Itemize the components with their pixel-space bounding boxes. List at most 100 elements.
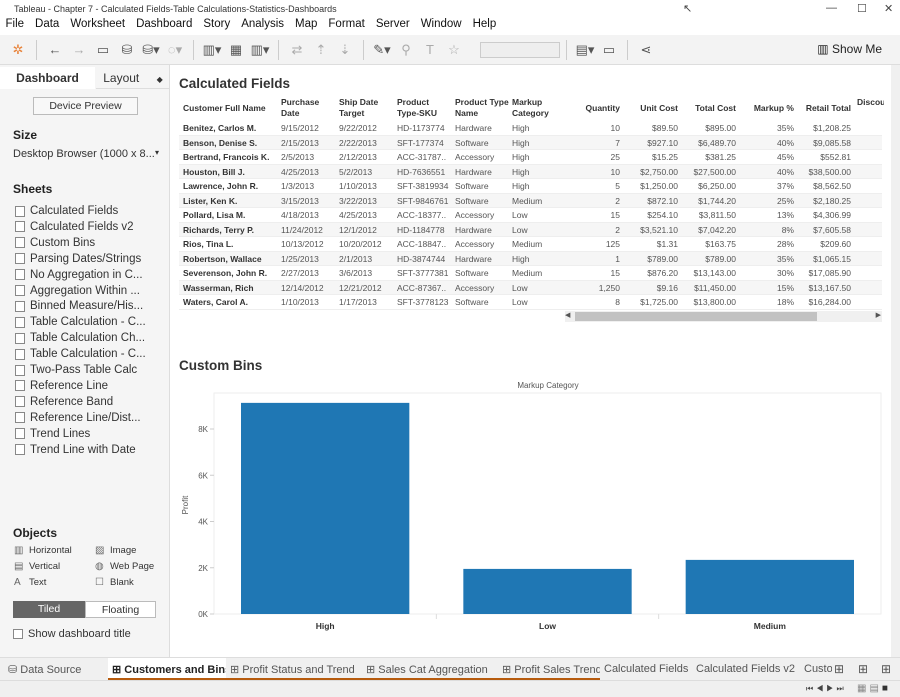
menu-worksheet[interactable]: Worksheet: [65, 17, 131, 35]
sheet-item[interactable]: Reference Line: [15, 380, 108, 392]
share-icon[interactable]: ⋖: [634, 42, 658, 58]
maximize-button[interactable]: ☐: [857, 2, 867, 15]
object-web-page[interactable]: ◍ Web Page: [95, 561, 154, 572]
bar-medium[interactable]: [685, 559, 854, 614]
show-title-option[interactable]: Show dashboard title: [13, 628, 131, 640]
tab-dashboard[interactable]: Dashboard: [0, 67, 95, 89]
sheet-item[interactable]: Parsing Dates/Strings: [15, 253, 141, 265]
sheet-item[interactable]: Trend Lines: [15, 428, 90, 440]
column-header[interactable]: Product Type-SKU: [397, 97, 453, 119]
save-icon[interactable]: ▭: [91, 42, 115, 58]
label-icon[interactable]: T: [418, 42, 442, 57]
menu-file[interactable]: File: [0, 17, 30, 35]
sheet-item[interactable]: No Aggregation in C...: [15, 269, 143, 281]
object-vertical[interactable]: ▤ Vertical: [14, 561, 60, 572]
highlight-icon[interactable]: ✎▾: [370, 42, 394, 58]
menu-server[interactable]: Server: [370, 17, 415, 35]
show-title-checkbox[interactable]: [13, 629, 23, 639]
size-dropdown[interactable]: Desktop Browser (1000 x 8... ▾: [13, 148, 159, 160]
pause-updates-icon[interactable]: ⛁▾: [139, 42, 163, 58]
tab-profit-status-and-trend[interactable]: ⊞ Profit Status and Trend: [226, 658, 362, 681]
tiled-button[interactable]: Tiled: [13, 601, 85, 618]
menu-format[interactable]: Format: [323, 17, 370, 35]
presentation-icon[interactable]: ▭: [597, 42, 621, 58]
tab-custo[interactable]: Custo: [800, 658, 832, 681]
redo-icon[interactable]: →: [67, 42, 91, 57]
column-header[interactable]: Markup Category: [512, 97, 568, 119]
sheet-item[interactable]: Two-Pass Table Calc: [15, 364, 137, 376]
menu-window[interactable]: Window: [415, 17, 467, 35]
bar-low[interactable]: [463, 568, 632, 614]
minimize-button[interactable]: —: [826, 2, 837, 14]
view-mode-icons[interactable]: ▦▤■: [857, 683, 891, 694]
menu-map[interactable]: Map: [290, 17, 323, 35]
vertical-scrollbar[interactable]: [891, 65, 900, 657]
column-header[interactable]: Unit Cost: [622, 103, 678, 114]
scrollbar-thumb[interactable]: [575, 312, 817, 321]
tab-calculated-fields[interactable]: Calculated Fields: [600, 658, 692, 681]
column-header[interactable]: Customer Full Name: [183, 103, 279, 114]
object-horizontal[interactable]: ▥ Horizontal: [14, 545, 72, 556]
new-dashboard-tab-icon[interactable]: ⊞: [858, 662, 868, 676]
new-worksheet-icon[interactable]: ▥▾: [200, 42, 224, 58]
column-header[interactable]: Retail Total: [795, 103, 851, 114]
sheet-item[interactable]: Calculated Fields: [15, 205, 118, 217]
column-header[interactable]: Total Cost: [680, 103, 736, 114]
sheet-item[interactable]: Trend Line with Date: [15, 444, 136, 456]
menu-analysis[interactable]: Analysis: [236, 17, 290, 35]
scroll-left-icon[interactable]: ◀: [565, 311, 570, 319]
fit-dropdown[interactable]: [480, 41, 560, 58]
sheet-item[interactable]: Binned Measure/His...: [15, 300, 143, 312]
column-header[interactable]: Product Type Name: [455, 97, 511, 119]
sort-ascending-icon[interactable]: ⇡: [309, 42, 333, 58]
object-image[interactable]: ▨ Image: [95, 545, 136, 556]
new-story-tab-icon[interactable]: ⊞: [881, 662, 891, 676]
tab-profit-sales-trend[interactable]: ⊞ Profit Sales Trend: [498, 658, 600, 681]
sheet-item[interactable]: Table Calculation - C...: [15, 348, 146, 360]
pin-icon[interactable]: ☆: [442, 42, 466, 58]
sheet-item[interactable]: Calculated Fields v2: [15, 221, 134, 233]
close-button[interactable]: ✕: [884, 2, 893, 15]
sort-descending-icon[interactable]: ⇣: [333, 42, 357, 58]
sheet-item[interactable]: Reference Band: [15, 396, 113, 408]
object-blank[interactable]: ☐ Blank: [95, 577, 134, 588]
object-text[interactable]: A Text: [14, 577, 46, 588]
new-worksheet-tab-icon[interactable]: ⊞: [834, 662, 844, 676]
attach-icon[interactable]: ⚲: [394, 42, 418, 58]
menu-story[interactable]: Story: [198, 17, 236, 35]
sheet-item[interactable]: Custom Bins: [15, 237, 95, 249]
tab-layout[interactable]: Layout ◆: [96, 67, 170, 89]
clear-sheet-icon[interactable]: ▥▾: [248, 42, 272, 58]
show-me-button[interactable]: ▥ Show Me: [817, 42, 882, 56]
tab-calculated-fields-v2[interactable]: Calculated Fields v2: [692, 658, 800, 681]
column-header[interactable]: Quantity: [564, 103, 620, 114]
sheet-navigation-icons[interactable]: ⏮◀▶⏭: [806, 684, 847, 694]
menu-dashboard[interactable]: Dashboard: [131, 17, 198, 35]
menu-data[interactable]: Data: [30, 17, 65, 35]
column-header[interactable]: Markup %: [738, 103, 794, 114]
tab-customers-and-bins[interactable]: ⊞ Customers and Bins: [108, 658, 226, 681]
swap-icon[interactable]: ⇄: [285, 42, 309, 58]
bar-high[interactable]: [241, 402, 410, 614]
sheet-item[interactable]: Table Calculation - C...: [15, 316, 146, 328]
horizontal-scrollbar[interactable]: ◀ ▶: [565, 311, 882, 322]
column-header[interactable]: Discount Numer: [857, 97, 884, 108]
title-bar: Tableau - Chapter 7 - Calculated Fields-…: [0, 0, 900, 18]
new-data-source-icon[interactable]: ⛁: [115, 42, 139, 58]
column-header[interactable]: Purchase Date: [281, 97, 337, 119]
tableau-logo-icon[interactable]: ✲: [6, 42, 30, 58]
menu-help[interactable]: Help: [467, 17, 502, 35]
column-header[interactable]: Ship Date Target: [339, 97, 395, 119]
floating-button[interactable]: Floating: [85, 601, 156, 618]
scroll-right-icon[interactable]: ▶: [876, 311, 881, 319]
tab-data-source[interactable]: ⛁ Data Source: [4, 658, 108, 681]
device-preview-button[interactable]: Device Preview: [33, 97, 138, 115]
refresh-icon[interactable]: ◌▾: [163, 42, 187, 58]
show-cards-icon[interactable]: ▤▾: [573, 42, 597, 58]
tab-sales-cat-aggregation[interactable]: ⊞ Sales Cat Aggregation: [362, 658, 498, 681]
undo-icon[interactable]: ←: [43, 42, 67, 57]
sheet-item[interactable]: Table Calculation Ch...: [15, 332, 145, 344]
sheet-item[interactable]: Reference Line/Dist...: [15, 412, 141, 424]
sheet-item[interactable]: Aggregation Within ...: [15, 285, 140, 297]
duplicate-sheet-icon[interactable]: ▦: [224, 42, 248, 58]
